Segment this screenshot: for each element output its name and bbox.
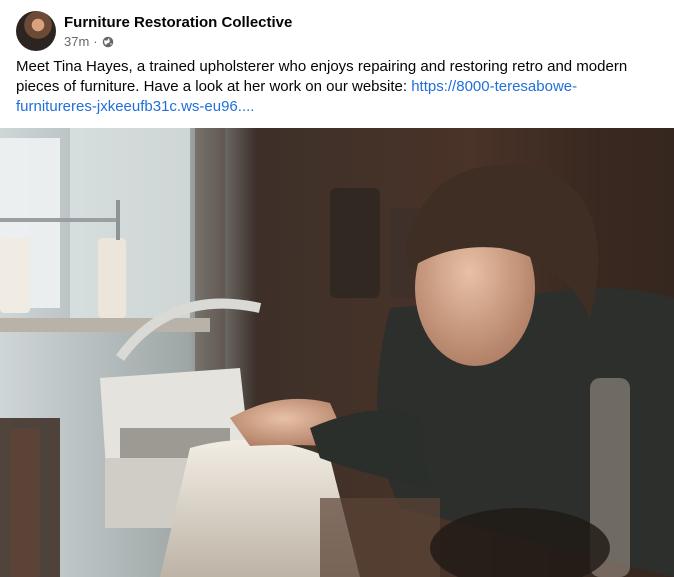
post-caption: Meet Tina Hayes, a trained upholsterer w… bbox=[16, 57, 646, 117]
globe-icon[interactable] bbox=[102, 36, 114, 48]
page-name-link[interactable]: Furniture Restoration Collective bbox=[64, 13, 292, 32]
separator-dot: · bbox=[93, 33, 98, 49]
post-meta: Furniture Restoration Collective 37m · bbox=[64, 13, 292, 50]
post-subline: 37m · bbox=[64, 34, 292, 50]
page-avatar[interactable] bbox=[16, 11, 56, 51]
seamstress-photo bbox=[0, 128, 674, 577]
post-photo[interactable] bbox=[0, 128, 674, 577]
post-header: Furniture Restoration Collective 37m · bbox=[16, 11, 292, 51]
post-timestamp[interactable]: 37m bbox=[64, 34, 89, 50]
facebook-post: Furniture Restoration Collective 37m · M… bbox=[0, 0, 674, 577]
